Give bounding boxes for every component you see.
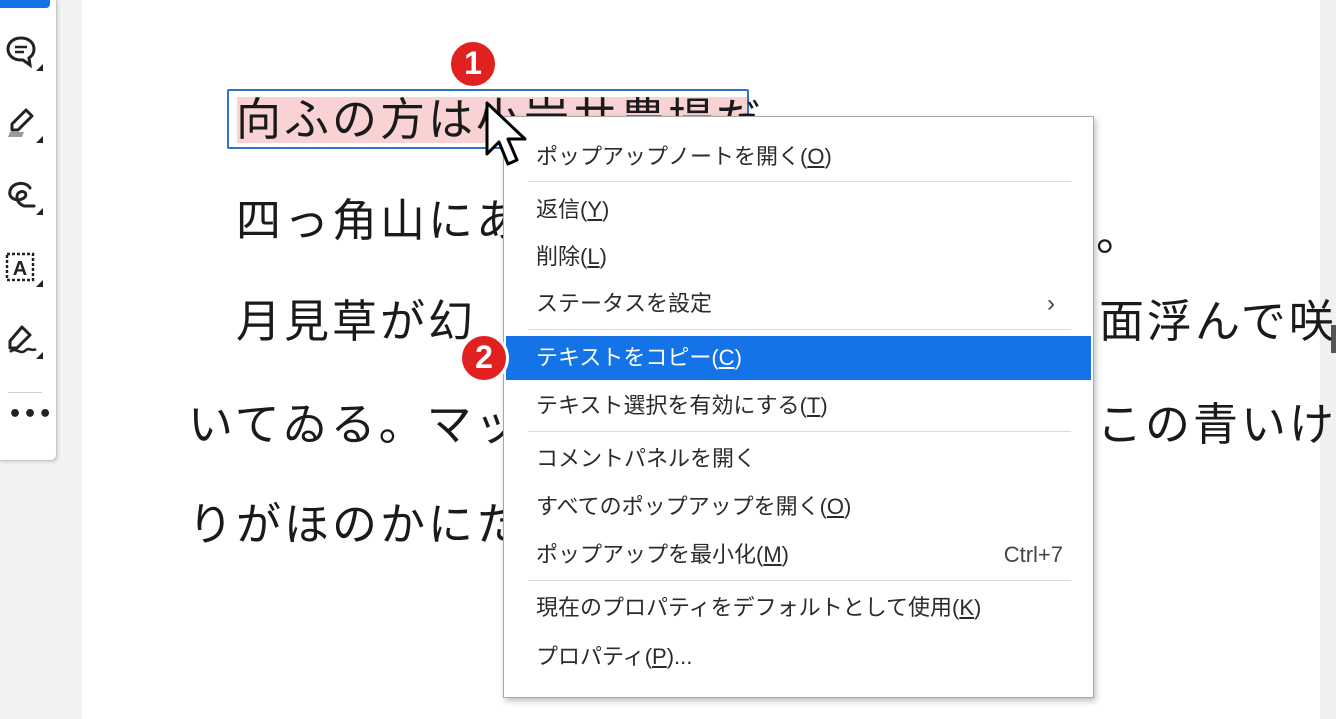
left-toolbar: A ••• — [0, 0, 57, 461]
menu-item-open-all-popups[interactable]: すべてのポップアップを開く(O) — [506, 487, 1091, 527]
menu-item-minimize-popups[interactable]: ポップアップを最小化(M) Ctrl+7 — [506, 535, 1091, 575]
menu-separator — [528, 181, 1071, 182]
menu-item-properties[interactable]: プロパティ(P)... — [506, 637, 1091, 677]
menu-separator — [528, 431, 1071, 432]
step-marker-1: 1 — [448, 39, 498, 89]
document-line-5: りがほのかにた — [188, 497, 524, 553]
document-line-3: 月見草が幻 — [236, 294, 476, 350]
right-gutter — [1320, 0, 1336, 719]
document-line-4: いてゐる。マッ — [188, 397, 523, 453]
menu-separator — [528, 580, 1071, 581]
line-4-text: いてゐる。マッ — [188, 398, 523, 451]
menu-item-reply[interactable]: 返信(Y) — [506, 190, 1091, 230]
draw-icon — [8, 182, 36, 208]
draw-tool[interactable] — [0, 172, 50, 222]
step-marker-2: 2 — [459, 333, 509, 383]
line-3-text: 月見草が幻 — [236, 295, 477, 348]
menu-item-delete[interactable]: 削除(L) — [506, 237, 1091, 277]
text-box-tool[interactable]: A — [0, 244, 50, 294]
line-5-text: りがほのかにた — [188, 498, 525, 551]
comment-tool[interactable] — [0, 28, 50, 78]
document-line-4-tail: この青いけ — [1097, 398, 1336, 451]
document-line-2: 四っ角山にあ — [236, 193, 524, 249]
shortcut-label: Ctrl+7 — [1003, 542, 1063, 567]
signature-tool[interactable] — [0, 316, 50, 366]
toolbar-divider — [8, 392, 42, 393]
line-2-text: 四っ角山にあ — [236, 194, 525, 247]
highlight-tool[interactable] — [0, 100, 50, 150]
menu-item-open-popup-note[interactable]: ポップアップノートを開く(O) — [506, 137, 1091, 177]
active-tool-indicator[interactable] — [0, 0, 50, 8]
menu-item-use-as-default[interactable]: 現在のプロパティをデフォルトとして使用(K) — [506, 588, 1091, 628]
svg-text:A: A — [13, 258, 27, 280]
menu-separator — [528, 329, 1071, 330]
more-tools-button[interactable]: ••• — [8, 404, 52, 426]
context-menu: ポップアップノートを開く(O) 返信(Y) 削除(L) ステータスを設定 › テ… — [503, 116, 1094, 698]
menu-item-set-status[interactable]: ステータスを設定 › — [506, 284, 1091, 324]
document-line-2-tail: 。 — [1096, 208, 1145, 261]
signature-icon — [8, 325, 37, 354]
comment-icon — [6, 36, 36, 68]
text-box-icon: A — [5, 252, 35, 282]
menu-item-enable-text-selection[interactable]: テキスト選択を有効にする(T) — [506, 386, 1091, 426]
submenu-arrow-icon: › — [1047, 290, 1055, 317]
document-line-3-tail: 面浮んで咲 — [1099, 295, 1336, 348]
mouse-pointer-icon — [485, 101, 527, 166]
menu-item-copy-text[interactable]: テキストをコピー(C) — [506, 336, 1091, 380]
highlighter-icon — [8, 108, 34, 137]
menu-item-open-comment-panel[interactable]: コメントパネルを開く — [506, 439, 1091, 479]
